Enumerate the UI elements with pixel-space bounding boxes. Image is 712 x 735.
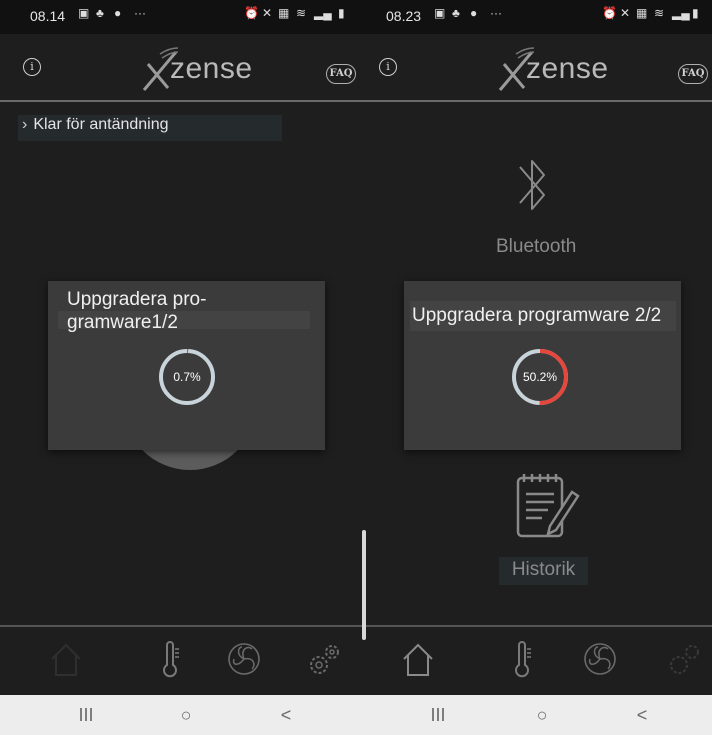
dialog-title: Uppgradera pro- gramware1/2: [67, 288, 206, 334]
left-screen: 08.14 ▣ ♣ ● ··· ⏰ ✕ ▦ ≋ ▂▄ ▮ i zense FAQ…: [0, 0, 356, 695]
app-icon: ●: [114, 6, 122, 20]
dialog-title-line1: Uppgradera pro-: [67, 289, 207, 310]
mute-icon: ✕: [262, 6, 273, 20]
logo-text: zense: [526, 52, 609, 85]
gallery-icon: ▣: [434, 6, 446, 20]
home-tab[interactable]: [48, 639, 84, 679]
wifi-icon: ≋: [654, 6, 665, 20]
status-bar: 08.14 ▣ ♣ ● ··· ⏰ ✕ ▦ ≋ ▂▄ ▮: [0, 0, 356, 34]
lte-icon: ▦: [278, 6, 290, 20]
home-icon: [403, 643, 433, 676]
bluetooth-icon[interactable]: [516, 145, 550, 225]
back-button[interactable]: <: [274, 705, 298, 725]
home-icon: [51, 643, 81, 676]
recent-apps-button[interactable]: III: [74, 705, 98, 725]
progress-ring: 0.7%: [157, 347, 217, 407]
recent-apps-button[interactable]: III: [426, 705, 450, 725]
wifi-icon: ≋: [296, 6, 307, 20]
scroll-indicator[interactable]: [362, 530, 366, 640]
mute-icon: ✕: [620, 6, 631, 20]
home-button[interactable]: ○: [530, 705, 554, 725]
more-icon: ···: [490, 6, 502, 20]
logo-text: zense: [170, 52, 253, 85]
info-icon[interactable]: i: [379, 58, 397, 76]
historik-label[interactable]: Historik: [499, 557, 588, 585]
fan-icon: [584, 643, 616, 675]
xzense-logo: zense: [494, 46, 614, 94]
ignition-status: › Klar för antändning: [18, 115, 282, 141]
app-icon: ●: [470, 6, 478, 20]
battery-icon: ▮: [338, 6, 345, 20]
home-button[interactable]: ○: [174, 705, 198, 725]
gallery-icon: ▣: [78, 6, 90, 20]
alarm-icon: ⏰: [244, 6, 259, 20]
settings-gears-icon: [670, 645, 699, 674]
progress-percent: 50.2%: [522, 370, 558, 384]
upgrade-dialog-2: Uppgradera programware 2/2 50.2%: [404, 281, 681, 450]
status-time: 08.14: [30, 8, 66, 24]
notification-icon: ♣: [452, 6, 460, 20]
fan-icon: [228, 643, 260, 675]
more-icon: ···: [134, 6, 146, 20]
notification-icon: ♣: [96, 6, 104, 20]
signal-icon: ▂▄: [314, 6, 332, 20]
bluetooth-label[interactable]: Bluetooth: [496, 236, 576, 258]
signal-icon: ▂▄: [672, 6, 690, 20]
right-screen: 08.23 ▣ ♣ ● ··· ⏰ ✕ ▦ ≋ ▂▄ ▮ i zense FAQ…: [356, 0, 712, 695]
alarm-icon: ⏰: [602, 6, 617, 20]
app-header: i zense FAQ: [0, 34, 356, 102]
settings-tab[interactable]: [306, 639, 342, 679]
progress-percent: 0.7%: [173, 370, 201, 384]
status-time: 08.23: [386, 8, 422, 24]
fan-tab[interactable]: [226, 639, 262, 679]
temperature-tab[interactable]: [504, 639, 540, 679]
thermometer-icon: [163, 641, 179, 678]
faq-icon[interactable]: FAQ: [678, 64, 708, 84]
lte-icon: ▦: [636, 6, 648, 20]
info-icon[interactable]: i: [23, 58, 41, 76]
android-nav-bar: III ○ < III ○ <: [0, 695, 712, 735]
dialog-title: Uppgradera programware 2/2: [412, 305, 662, 326]
battery-charging-icon: ▮: [692, 6, 699, 20]
settings-gears-icon: [310, 645, 339, 674]
temperature-tab[interactable]: [152, 639, 188, 679]
xzense-logo: zense: [138, 46, 258, 94]
faq-icon[interactable]: FAQ: [326, 64, 356, 84]
chevron-right-icon: ›: [22, 116, 28, 133]
ignition-status-text: Klar för antändning: [33, 116, 169, 133]
settings-tab[interactable]: [666, 639, 702, 679]
app-header: i zense FAQ: [356, 34, 712, 102]
bottom-tab-bar: [0, 625, 356, 695]
upgrade-dialog-1: Uppgradera pro- gramware1/2 0.7%: [48, 281, 325, 450]
back-button[interactable]: <: [630, 705, 654, 725]
home-tab[interactable]: [400, 639, 436, 679]
dialog-title-line2: gramware1/2: [67, 312, 178, 333]
fan-tab[interactable]: [582, 639, 618, 679]
bottom-tab-bar: [356, 625, 712, 695]
thermometer-icon: [515, 641, 531, 678]
notepad-icon[interactable]: [514, 468, 580, 542]
progress-ring: 50.2%: [510, 347, 570, 407]
status-bar: 08.23 ▣ ♣ ● ··· ⏰ ✕ ▦ ≋ ▂▄ ▮: [356, 0, 712, 34]
